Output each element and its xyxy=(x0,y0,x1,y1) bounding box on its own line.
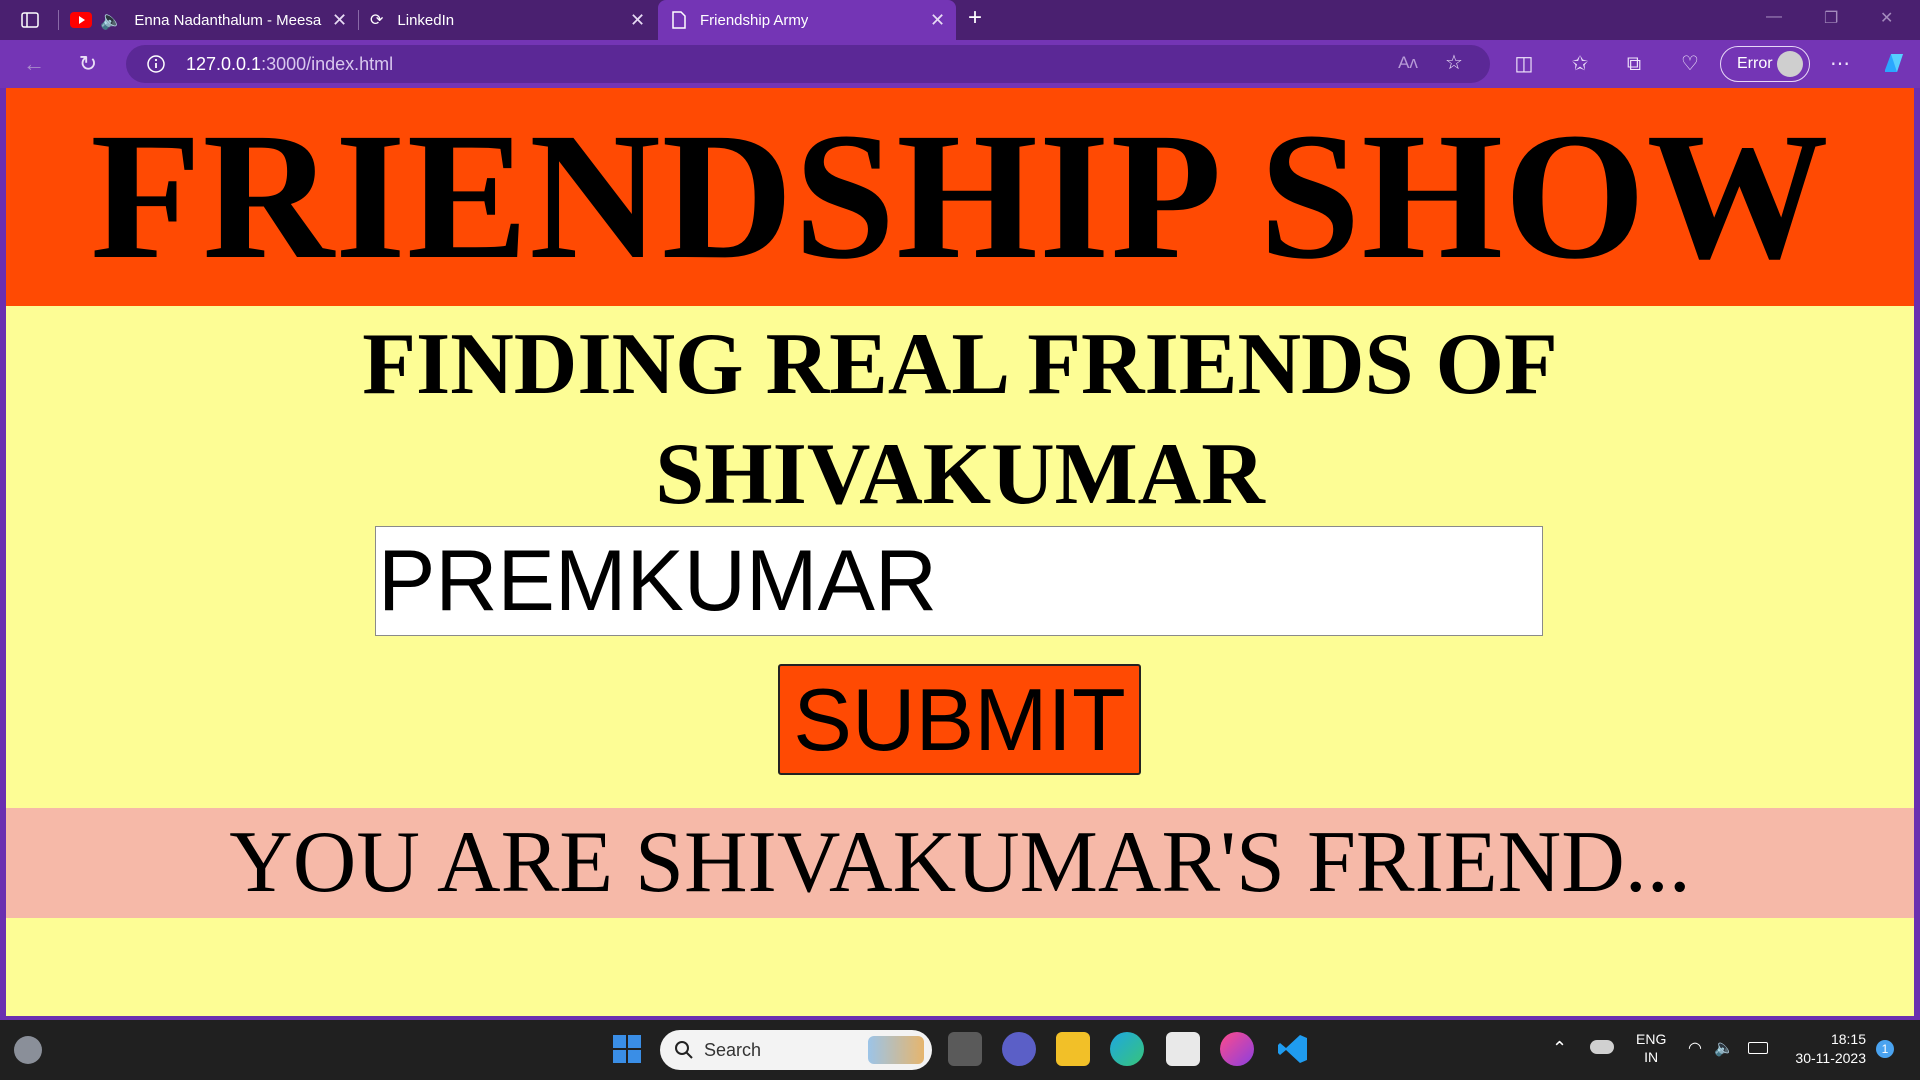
wifi-icon[interactable]: ◠ xyxy=(1688,1038,1702,1058)
tab-separator xyxy=(58,10,59,30)
address-bar[interactable]: 127.0.0.1:3000/index.html Aʌ ☆ xyxy=(126,45,1490,83)
tab-youtube[interactable]: 🔈 Enna Nadanthalum - Meesa ✕ xyxy=(70,0,356,40)
profile-error-button[interactable]: Error xyxy=(1720,46,1810,82)
show-hidden-icons-icon[interactable]: ⌃ xyxy=(1552,1038,1567,1059)
file-explorer-icon[interactable] xyxy=(1056,1032,1090,1066)
url-host: 127.0.0.1 xyxy=(186,54,262,74)
browser-titlebar: 🔈 Enna Nadanthalum - Meesa ✕ ⟳ LinkedIn … xyxy=(0,0,1920,40)
lang-code: ENG xyxy=(1636,1031,1667,1047)
favorites-icon[interactable]: ✩ xyxy=(1566,50,1594,78)
error-label: Error xyxy=(1737,55,1773,72)
page-subtitle: FINDING REAL FRIENDS OF SHIVAKUMAR xyxy=(6,310,1914,530)
task-view-icon[interactable] xyxy=(948,1032,982,1066)
info-icon[interactable] xyxy=(146,54,166,74)
close-tab-icon[interactable]: ✕ xyxy=(630,10,645,31)
more-options-icon[interactable]: ⋯ xyxy=(1826,50,1854,78)
lang-region: IN xyxy=(1644,1049,1659,1065)
store-icon[interactable] xyxy=(1166,1032,1200,1066)
edge-icon[interactable] xyxy=(1110,1032,1144,1066)
clock-date: 30-11-2023 xyxy=(1795,1050,1866,1066)
tab-friendship-army[interactable]: Friendship Army ✕ xyxy=(658,0,956,40)
favorite-star-icon[interactable]: ☆ xyxy=(1440,49,1468,77)
clock-time: 18:15 xyxy=(1830,1031,1866,1047)
volume-icon[interactable]: 🔈 xyxy=(1714,1038,1734,1058)
loading-icon: ⟳ xyxy=(370,12,384,29)
tab-separator xyxy=(358,10,359,30)
web-page: FRIENDSHIP SHOW FINDING REAL FRIENDS OF … xyxy=(6,88,1914,1016)
weather-icon[interactable] xyxy=(14,1036,42,1064)
refresh-icon[interactable]: ↻ xyxy=(76,52,100,76)
header-banner: FRIENDSHIP SHOW xyxy=(6,88,1914,306)
tab-linkedin[interactable]: ⟳ LinkedIn ✕ xyxy=(370,0,650,40)
close-tab-icon[interactable]: ✕ xyxy=(332,10,347,31)
url-text: 127.0.0.1:3000/index.html xyxy=(186,54,393,75)
speaker-icon[interactable]: 🔈 xyxy=(100,10,122,31)
browser-toolbar: ← ↻ 127.0.0.1:3000/index.html Aʌ ☆ ◫ ✩ ⧉… xyxy=(0,40,1920,88)
language-indicator[interactable]: ENG IN xyxy=(1636,1030,1666,1066)
close-window-icon[interactable]: ✕ xyxy=(1880,8,1893,28)
search-label: Search xyxy=(704,1040,762,1060)
search-icon xyxy=(675,1041,693,1059)
subtitle-line-2: SHIVAKUMAR xyxy=(655,426,1265,523)
tab-label: Friendship Army xyxy=(700,11,809,29)
search-highlight-icon xyxy=(868,1036,924,1064)
clock[interactable]: 18:15 30-11-2023 xyxy=(1786,1030,1866,1068)
tab-label: LinkedIn xyxy=(397,11,455,29)
new-tab-icon[interactable]: + xyxy=(968,4,982,32)
chat-icon[interactable] xyxy=(1002,1032,1036,1066)
split-screen-icon[interactable]: ◫ xyxy=(1510,50,1538,78)
friend-name-input[interactable] xyxy=(375,526,1543,636)
back-icon[interactable]: ← xyxy=(22,52,46,76)
tab-label: Enna Nadanthalum - Meesa xyxy=(134,11,322,29)
url-path: :3000/index.html xyxy=(261,54,394,74)
taskbar-search[interactable]: Search xyxy=(660,1030,932,1070)
battery-icon[interactable] xyxy=(1748,1042,1768,1054)
wps-icon[interactable] xyxy=(1220,1032,1254,1066)
tab-actions-icon[interactable] xyxy=(20,10,40,30)
start-icon[interactable] xyxy=(610,1032,644,1066)
submit-button[interactable]: SUBMIT xyxy=(778,664,1141,775)
avatar xyxy=(1777,51,1803,77)
page-icon xyxy=(672,11,686,29)
windows-taskbar: Search ⌃ ENG IN ◠ 🔈 18:15 30-11-2023 1 xyxy=(0,1020,1920,1080)
minimize-icon[interactable]: — xyxy=(1766,8,1782,26)
restore-icon[interactable]: ❐ xyxy=(1824,8,1838,28)
vscode-icon[interactable] xyxy=(1276,1032,1310,1066)
copilot-icon[interactable] xyxy=(1880,50,1908,78)
notification-badge[interactable]: 1 xyxy=(1876,1040,1894,1058)
youtube-icon xyxy=(70,12,92,28)
onedrive-icon[interactable] xyxy=(1590,1040,1614,1054)
read-aloud-icon[interactable]: Aʌ xyxy=(1394,49,1422,77)
collections-icon[interactable]: ⧉ xyxy=(1620,50,1648,78)
page-title: FRIENDSHIP SHOW xyxy=(90,96,1830,297)
close-tab-icon[interactable]: ✕ xyxy=(930,10,945,31)
browser-essentials-icon[interactable]: ♡ xyxy=(1676,50,1704,78)
subtitle-line-1: FINDING REAL FRIENDS OF xyxy=(362,316,1558,413)
result-message: YOU ARE SHIVAKUMAR'S FRIEND... xyxy=(6,808,1914,918)
